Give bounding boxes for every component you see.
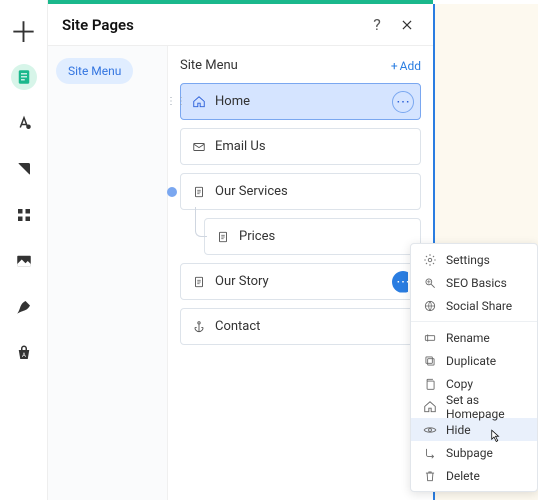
add-icon[interactable]: ＋ (11, 18, 37, 44)
close-icon[interactable] (395, 13, 419, 37)
menu-item-label: Set as Homepage (446, 393, 525, 421)
contrast-icon[interactable] (11, 156, 37, 182)
page-row-contact[interactable]: Contact (180, 308, 421, 345)
rename-icon (423, 331, 437, 345)
home-icon (423, 400, 437, 414)
page-list-area: Site Menu + Add ⋮⋮ Home ⋯ Email Us Our Servi… (168, 46, 433, 500)
pages-icon[interactable] (11, 64, 37, 90)
gear-icon (423, 253, 437, 267)
page-row-home[interactable]: ⋮⋮Home⋯ (180, 83, 421, 120)
menu-item-social-share[interactable]: Social Share (411, 294, 537, 317)
eye-icon (423, 423, 437, 437)
menu-item-subpage[interactable]: Subpage (411, 441, 537, 464)
copy-icon (423, 377, 437, 391)
drag-handle-icon[interactable]: ⋮⋮ (166, 96, 186, 107)
trash-icon (423, 469, 437, 483)
menu-separator (411, 321, 537, 322)
panel-title: Site Pages (62, 16, 359, 34)
svg-text:A: A (22, 352, 26, 359)
page-row-email-us[interactable]: Email Us (180, 128, 421, 165)
anchor-icon (191, 319, 207, 335)
menu-item-label: Delete (446, 469, 480, 483)
mail-icon (191, 139, 207, 155)
site-pages-panel: Site Pages ? Site Menu Site Menu + Add ⋮… (48, 0, 433, 500)
menu-item-label: Copy (446, 377, 473, 391)
plus-icon: + (391, 59, 398, 73)
left-toolbar: ＋ A (0, 0, 48, 500)
tree-line (195, 207, 207, 237)
page-icon (215, 229, 231, 245)
menu-item-seo-basics[interactable]: SEO Basics (411, 271, 537, 294)
menu-item-label: Subpage (446, 446, 493, 460)
page-row-prices[interactable]: Prices (204, 218, 421, 255)
site-menu-pill[interactable]: Site Menu (56, 58, 133, 84)
apps-icon[interactable] (11, 202, 37, 228)
page-label: Our Story (215, 274, 269, 289)
page-icon (191, 184, 207, 200)
panel-sidebar: Site Menu (48, 46, 168, 500)
home-icon (191, 94, 207, 110)
panel-header: Site Pages ? (48, 4, 433, 46)
tree-collapse-icon[interactable] (167, 187, 177, 197)
page-label: Email Us (215, 139, 266, 154)
menu-item-label: SEO Basics (446, 276, 507, 290)
page-label: Our Services (215, 184, 288, 199)
page-label: Prices (239, 229, 275, 244)
context-menu: Settings SEO Basics Social Share Rename Dupl… (410, 243, 538, 492)
page-label: Home (215, 94, 250, 109)
menu-item-settings[interactable]: Settings (411, 248, 537, 271)
page-icon (191, 274, 207, 290)
menu-item-hide[interactable]: Hide (411, 418, 537, 441)
sub-icon (423, 446, 437, 460)
menu-item-label: Settings (446, 253, 490, 267)
menu-item-duplicate[interactable]: Duplicate (411, 349, 537, 372)
more-actions-button[interactable]: ⋯ (392, 91, 414, 113)
dup-icon (423, 354, 437, 368)
menu-item-label: Duplicate (446, 354, 496, 368)
help-icon[interactable]: ? (365, 13, 389, 37)
section-title: Site Menu (180, 58, 391, 73)
page-row-our-story[interactable]: Our Story⋯ (180, 263, 421, 300)
page-label: Contact (215, 319, 260, 334)
text-style-icon[interactable] (11, 110, 37, 136)
menu-item-delete[interactable]: Delete (411, 464, 537, 487)
menu-item-rename[interactable]: Rename (411, 326, 537, 349)
pen-icon[interactable] (11, 294, 37, 320)
menu-item-label: Rename (446, 331, 490, 345)
page-row-our-services[interactable]: Our Services (180, 173, 421, 210)
seo-icon (423, 276, 437, 290)
menu-item-set-as-homepage[interactable]: Set as Homepage (411, 395, 537, 418)
store-icon[interactable]: A (11, 340, 37, 366)
share-icon (423, 299, 437, 313)
menu-item-label: Social Share (446, 299, 512, 313)
add-page-button[interactable]: + Add (391, 59, 421, 73)
menu-item-label: Hide (446, 423, 471, 437)
image-icon[interactable] (11, 248, 37, 274)
